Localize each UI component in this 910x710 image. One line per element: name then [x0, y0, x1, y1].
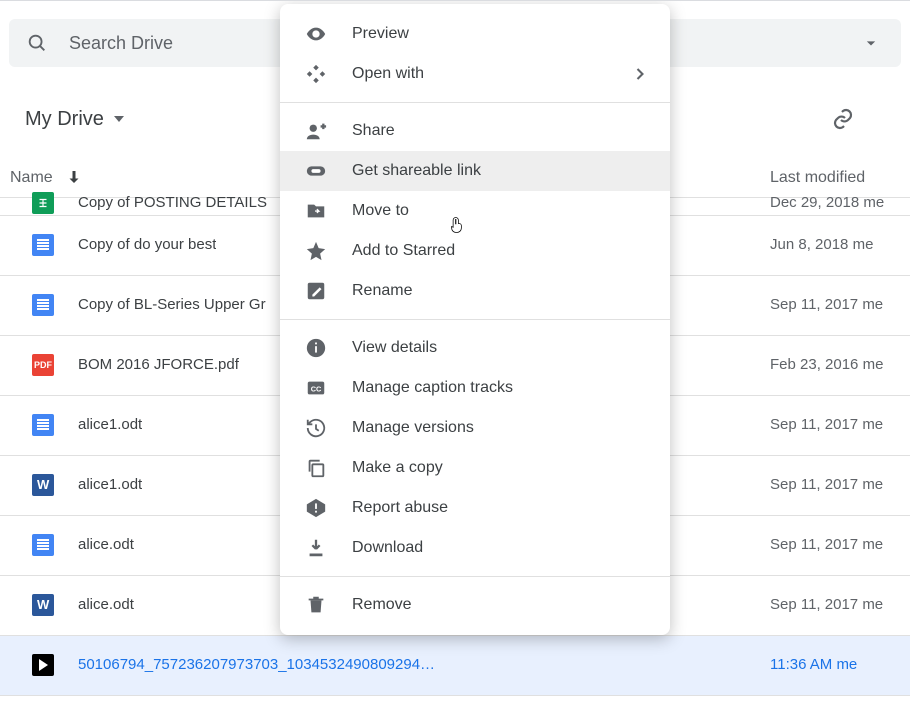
trash-icon: [304, 593, 328, 617]
file-modified: Feb 23, 2016 me: [770, 356, 883, 373]
menu-item-moveto[interactable]: Move to: [280, 191, 670, 231]
menu-item-download[interactable]: Download: [280, 528, 670, 568]
download-icon: [304, 536, 328, 560]
file-modified: Dec 29, 2018 me: [770, 194, 884, 211]
sort-arrow-icon[interactable]: [65, 168, 83, 186]
pdf-file-icon: PDF: [32, 354, 54, 376]
menu-item-label: Report abuse: [352, 499, 448, 517]
menu-item-label: Manage caption tracks: [352, 379, 513, 397]
info-icon: [304, 336, 328, 360]
menu-item-openwith[interactable]: Open with: [280, 54, 670, 94]
docs-file-icon: [32, 294, 54, 316]
menu-item-star[interactable]: Add to Starred: [280, 231, 670, 271]
menu-item-eye[interactable]: Preview: [280, 14, 670, 54]
mouse-cursor-icon: [449, 214, 467, 236]
menu-item-label: Get shareable link: [352, 162, 481, 180]
history-icon: [304, 416, 328, 440]
menu-item-info[interactable]: View details: [280, 328, 670, 368]
file-modified: Sep 11, 2017 me: [770, 596, 883, 613]
get-link-button[interactable]: [831, 107, 855, 131]
file-name: alice.odt: [78, 536, 134, 553]
context-menu: Preview Open with Share Get shareable link M…: [280, 4, 670, 635]
rename-icon: [304, 279, 328, 303]
menu-item-label: Manage versions: [352, 419, 474, 437]
menu-item-label: View details: [352, 339, 437, 357]
menu-item-history[interactable]: Manage versions: [280, 408, 670, 448]
menu-item-label: Download: [352, 539, 423, 557]
menu-item-trash[interactable]: Remove: [280, 585, 670, 625]
file-name: alice1.odt: [78, 476, 142, 493]
file-name: Copy of POSTING DETAILS: [78, 194, 267, 211]
docs-file-icon: [32, 234, 54, 256]
menu-separator: [280, 319, 670, 320]
menu-separator: [280, 576, 670, 577]
menu-item-label: Remove: [352, 596, 412, 614]
sheets-file-icon: [32, 192, 54, 214]
file-name: Copy of BL-Series Upper Gr: [78, 296, 266, 313]
menu-item-cc[interactable]: CC Manage caption tracks: [280, 368, 670, 408]
menu-item-label: Move to: [352, 202, 409, 220]
menu-item-rename[interactable]: Rename: [280, 271, 670, 311]
menu-item-label: Share: [352, 122, 395, 140]
eye-icon: [304, 22, 328, 46]
file-name: 50106794_757236207973703_103453249080929…: [78, 656, 435, 673]
search-options-dropdown-icon[interactable]: [861, 33, 881, 53]
menu-item-label: Add to Starred: [352, 242, 455, 260]
search-icon: [25, 31, 49, 55]
moveto-icon: [304, 199, 328, 223]
breadcrumb-dropdown-icon[interactable]: [114, 116, 124, 122]
word-file-icon: [32, 474, 54, 496]
file-name: alice1.odt: [78, 416, 142, 433]
file-modified: Sep 11, 2017 me: [770, 536, 883, 553]
file-name: alice.odt: [78, 596, 134, 613]
svg-text:CC: CC: [311, 385, 322, 394]
menu-item-label: Rename: [352, 282, 412, 300]
file-name: BOM 2016 JFORCE.pdf: [78, 356, 239, 373]
report-icon: [304, 496, 328, 520]
menu-item-share[interactable]: Share: [280, 111, 670, 151]
docs-file-icon: [32, 534, 54, 556]
file-row[interactable]: 50106794_757236207973703_103453249080929…: [0, 636, 910, 696]
video-file-icon: [32, 654, 54, 676]
menu-item-label: Make a copy: [352, 459, 443, 477]
menu-item-label: Open with: [352, 65, 424, 83]
menu-item-label: Preview: [352, 25, 409, 43]
star-icon: [304, 239, 328, 263]
menu-item-report[interactable]: Report abuse: [280, 488, 670, 528]
copy-icon: [304, 456, 328, 480]
file-modified: Sep 11, 2017 me: [770, 416, 883, 433]
openwith-icon: [304, 62, 328, 86]
link-icon: [304, 159, 328, 183]
file-name: Copy of do your best: [78, 236, 216, 253]
cc-icon: CC: [304, 376, 328, 400]
menu-item-copy[interactable]: Make a copy: [280, 448, 670, 488]
file-modified: 11:36 AM me: [770, 656, 857, 673]
menu-separator: [280, 102, 670, 103]
docs-file-icon: [32, 414, 54, 436]
word-file-icon: [32, 594, 54, 616]
file-modified: Sep 11, 2017 me: [770, 296, 883, 313]
search-placeholder: Search Drive: [69, 33, 173, 54]
column-name[interactable]: Name: [10, 169, 53, 187]
file-modified: Jun 8, 2018 me: [770, 236, 873, 253]
column-last-modified[interactable]: Last modified: [770, 169, 865, 187]
breadcrumb-label[interactable]: My Drive: [25, 108, 104, 131]
chevron-right-icon: [630, 64, 650, 84]
menu-item-link[interactable]: Get shareable link: [280, 151, 670, 191]
file-modified: Sep 11, 2017 me: [770, 476, 883, 493]
share-icon: [304, 119, 328, 143]
